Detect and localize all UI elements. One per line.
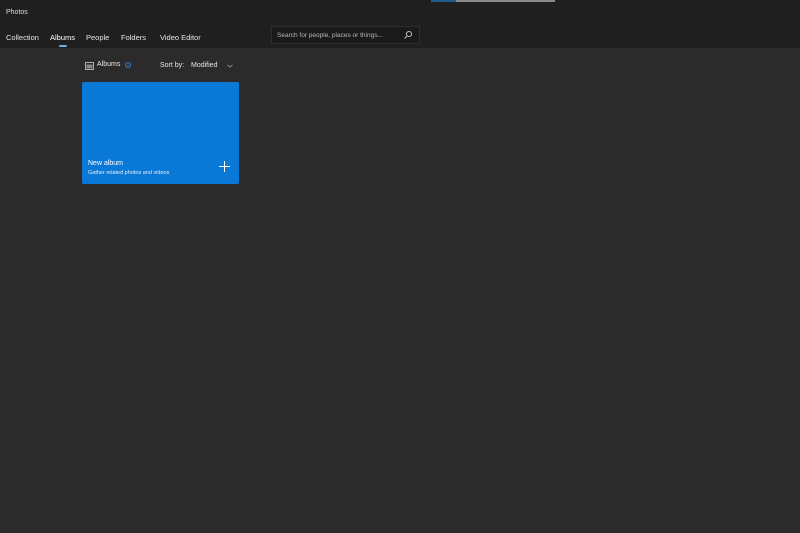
app-header: Photos Collection Albums People Folders …	[0, 0, 800, 48]
new-album-subtitle: Gather related photos and videos	[88, 170, 170, 176]
search-icon[interactable]	[403, 30, 413, 40]
new-album-title: New album	[88, 160, 124, 167]
progress-fill	[431, 0, 456, 2]
chevron-down-icon[interactable]	[227, 64, 233, 68]
plus-icon	[219, 161, 230, 172]
search-input[interactable]	[277, 27, 402, 43]
active-tab-indicator	[59, 45, 67, 47]
tab-folders[interactable]: Folders	[121, 33, 146, 42]
albums-label: Albums	[97, 61, 121, 68]
tab-people[interactable]: People	[86, 33, 109, 42]
new-album-card[interactable]: New album Gather related photos and vide…	[82, 82, 239, 184]
sort-label: Sort by:	[160, 62, 185, 69]
sort-dropdown[interactable]: Modified	[191, 62, 217, 69]
app-title: Photos	[6, 9, 28, 16]
search-box	[271, 26, 420, 44]
tab-collection[interactable]: Collection	[6, 33, 39, 42]
progress-bar	[431, 0, 555, 2]
tab-video-editor[interactable]: Video Editor	[160, 33, 201, 42]
tab-albums[interactable]: Albums	[50, 33, 75, 42]
info-icon[interactable]	[125, 62, 131, 68]
album-icon	[85, 62, 94, 70]
